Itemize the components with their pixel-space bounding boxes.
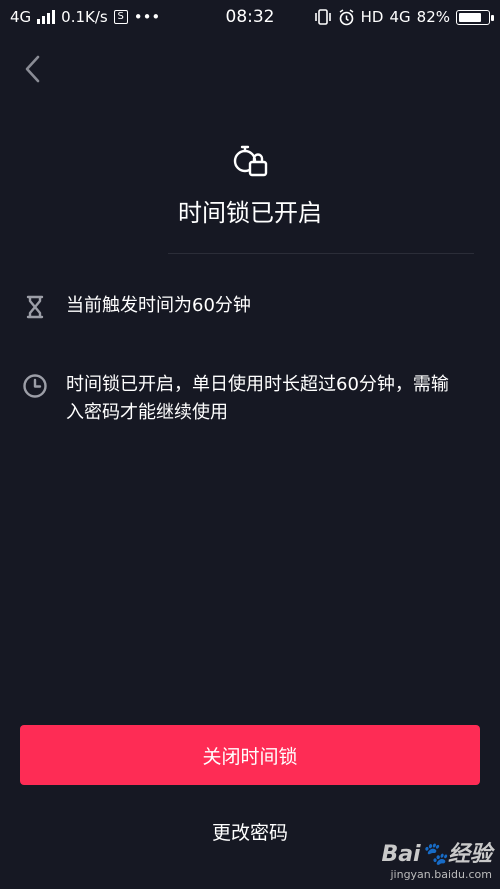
hourglass-icon — [26, 295, 44, 319]
watermark: Bai🐾经验 jingyan.baidu.com — [381, 836, 492, 881]
info-text: 时间锁已开启，单日使用时长超过60分钟，需输入密码才能继续使用 — [66, 374, 449, 423]
alarm-icon — [339, 8, 354, 25]
page-title: 时间锁已开启 — [178, 199, 322, 227]
info-row-lock-rule: 时间锁已开启，单日使用时长超过60分钟，需输入密码才能继续使用 — [22, 371, 480, 427]
status-bar: 4G 0.1K/s S ••• 08:32 HD 4G 82% — [0, 0, 500, 34]
chevron-left-icon — [25, 55, 40, 83]
network-right-label: 4G — [389, 8, 411, 26]
status-right: HD 4G 82% — [314, 8, 494, 26]
hd-label: HD — [360, 8, 384, 26]
watermark-url: jingyan.baidu.com — [390, 868, 492, 881]
divider — [168, 253, 474, 254]
battery-fill — [459, 12, 482, 22]
close-time-lock-button[interactable]: 关闭时间锁 — [20, 725, 480, 785]
battery-percent: 82% — [416, 8, 450, 26]
info-row-trigger-time: 当前触发时间为60分钟 — [22, 292, 480, 320]
back-button[interactable] — [18, 52, 50, 86]
battery-icon — [456, 9, 494, 25]
vibrate-icon — [314, 9, 331, 25]
watermark-logo: Bai🐾经验 — [381, 842, 492, 867]
info-text: 当前触发时间为60分钟 — [66, 295, 251, 316]
clock-icon — [23, 374, 47, 398]
timer-lock-icon — [233, 145, 268, 177]
